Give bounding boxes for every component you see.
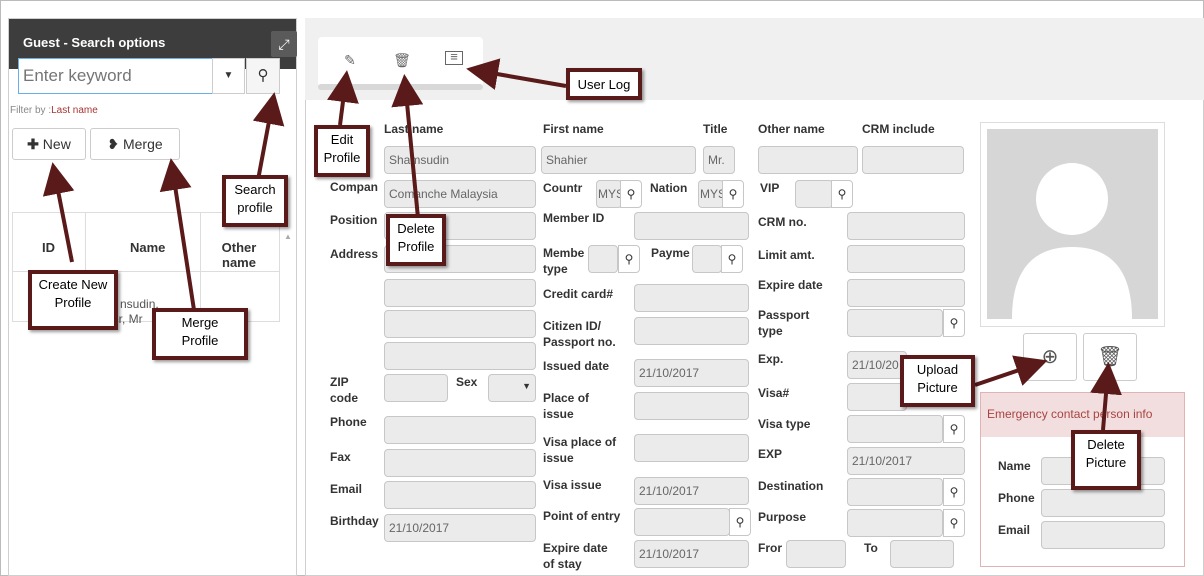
callout-edit-profile: Edit Profile [314, 125, 370, 177]
callout-text: Profile [54, 295, 92, 310]
callout-user-log: User Log [566, 68, 642, 100]
callout-text: Profile [181, 333, 219, 348]
callout-merge-profile: Merge Profile [152, 308, 248, 360]
callout-delete-profile: Delete Profile [386, 214, 446, 266]
callout-text: Edit [330, 132, 354, 147]
callout-text: Search [234, 182, 276, 197]
callout-text: Picture [917, 380, 958, 395]
callout-upload-picture: Upload Picture [900, 355, 975, 407]
callout-text: Profile [323, 150, 361, 165]
callout-text: Upload [916, 362, 959, 377]
callout-text: profile [237, 200, 273, 215]
callout-delete-picture: Delete Picture [1071, 430, 1141, 490]
callout-text: Create New [38, 277, 108, 292]
callout-text: Delete [397, 221, 435, 236]
callout-text: Profile [397, 239, 435, 254]
callout-text: Delete [1087, 437, 1125, 452]
callout-create-new-profile: Create New Profile [28, 270, 118, 330]
callout-search-profile: Search profile [222, 175, 288, 227]
callout-text: Picture [1085, 455, 1127, 470]
callout-text: Merge [181, 315, 219, 330]
